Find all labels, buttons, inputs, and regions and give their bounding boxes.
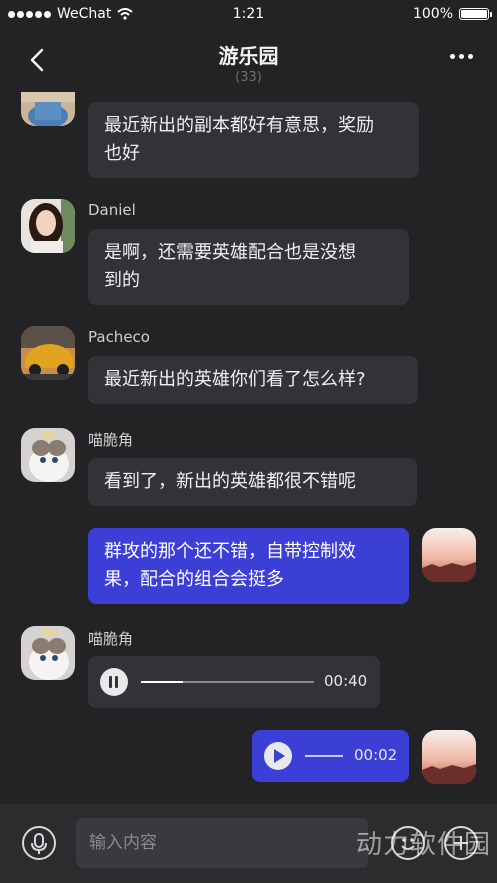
self-avatar[interactable] — [422, 730, 476, 784]
voice-duration: 00:02 — [354, 746, 398, 764]
pause-button[interactable] — [100, 668, 128, 696]
message-list[interactable]: 最近新出的副本都好有意思，奖励 也好 Daniel 是啊，还需要英雄配合也是没想… — [0, 92, 497, 804]
play-icon — [274, 749, 285, 763]
nav-bar: 游乐园 (33) — [0, 28, 497, 92]
avatar[interactable] — [21, 199, 75, 253]
self-voice-message[interactable]: 00:02 — [252, 730, 409, 782]
watermark: 动力软件园 — [355, 830, 491, 860]
message-bubble[interactable]: 是啊，还需要英雄配合也是没想 到的 — [88, 229, 409, 305]
more-icon[interactable] — [450, 54, 473, 59]
message-bubble[interactable]: 看到了，新出的英雄都很不错呢 — [88, 458, 417, 506]
sender-name: 喵脆角 — [88, 630, 134, 648]
message-text-line: 最近新出的英雄你们看了怎么样? — [104, 369, 366, 390]
composer-bar: 输入内容 动力软件园 — [0, 804, 497, 883]
battery-percent: 100% — [412, 6, 453, 22]
avatar[interactable] — [21, 326, 75, 380]
avatar[interactable] — [21, 92, 75, 126]
message-text-line: 果，配合的组合会挺多 — [104, 569, 284, 590]
status-right: 100% — [412, 6, 492, 22]
battery-icon — [459, 8, 492, 20]
voice-progress-track[interactable] — [141, 681, 314, 683]
message-text-line: 群攻的那个还不错，自带控制效 — [104, 541, 356, 562]
voice-progress-track[interactable] — [305, 755, 343, 757]
message-text-line: 看到了，新出的英雄都很不错呢 — [104, 471, 356, 492]
message-text-line: 是啊，还需要英雄配合也是没想 — [104, 242, 356, 263]
sender-name: 喵脆角 — [88, 431, 134, 449]
message-input[interactable]: 输入内容 — [76, 818, 368, 868]
play-button[interactable] — [264, 742, 292, 770]
self-message-bubble[interactable]: 群攻的那个还不错，自带控制效 果，配合的组合会挺多 — [88, 528, 409, 604]
voice-message[interactable]: 00:40 — [88, 656, 380, 708]
message-bubble[interactable]: 最近新出的英雄你们看了怎么样? — [88, 356, 418, 404]
message-text-line: 也好 — [104, 143, 140, 164]
avatar[interactable] — [21, 428, 75, 482]
message-bubble[interactable]: 最近新出的副本都好有意思，奖励 也好 — [88, 102, 419, 178]
microphone-icon[interactable] — [22, 826, 56, 860]
sender-name: Daniel — [88, 201, 136, 219]
member-count: (33) — [235, 70, 262, 85]
chat-title: 游乐园 — [218, 44, 279, 68]
self-avatar[interactable] — [422, 528, 476, 582]
message-text-line: 到的 — [104, 270, 140, 291]
avatar[interactable] — [21, 626, 75, 680]
sender-name: Pacheco — [88, 328, 150, 346]
voice-duration: 00:40 — [324, 672, 368, 690]
status-bar: WeChat 1:21 100% — [0, 0, 497, 28]
pause-icon — [109, 676, 119, 688]
message-text-line: 最近新出的副本都好有意思，奖励 — [104, 115, 374, 136]
voice-progress-fill — [141, 681, 183, 683]
